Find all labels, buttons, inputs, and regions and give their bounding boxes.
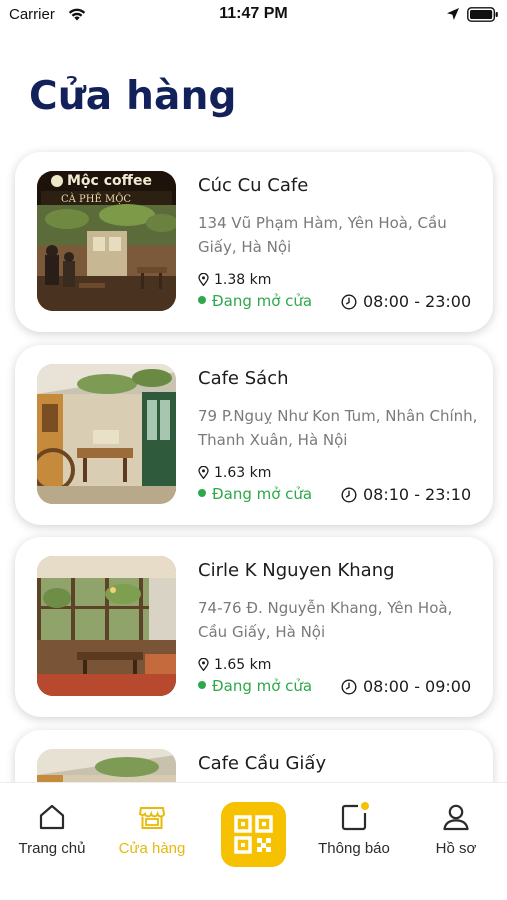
store-address: 134 Vũ Phạm Hàm, Yên Hoà, Cầu Giấy, Hà N… (198, 214, 447, 256)
tab-stores[interactable]: Cửa hàng (108, 802, 196, 857)
store-photo (37, 556, 176, 696)
store-sign-subtext: CÀ PHÊ MỘC (61, 193, 131, 205)
store-distance-value: 1.38 km (214, 272, 272, 288)
store-icon (138, 807, 166, 829)
store-hours: 08:10 - 23:10 (341, 485, 471, 504)
store-card[interactable]: Cafe Sách 79 P.Nguỵ Như Kon Tum, Nhân Ch… (15, 345, 493, 525)
tab-profile-label: Hồ sơ (435, 840, 477, 857)
location-pin-icon (198, 658, 209, 671)
user-icon (443, 804, 469, 831)
store-photo (37, 364, 176, 504)
page-title: Cửa hàng (29, 74, 237, 119)
store-hours-value: 08:00 - 09:00 (363, 677, 472, 696)
store-distance: 1.38 km (198, 272, 271, 288)
home-icon (39, 804, 65, 830)
store-open-status: Đang mở cửa (198, 292, 312, 310)
store-distance: 1.63 km (198, 465, 271, 481)
clock-icon (341, 487, 357, 503)
open-status-dot (198, 296, 206, 304)
tab-notifications-label: Thông báo (318, 840, 390, 857)
store-name: Cafe Sách (198, 368, 289, 389)
tab-home-label: Trang chủ (18, 840, 86, 857)
store-list[interactable]: Mộc coffee CÀ PHÊ MỘC Cúc Cu Cafe 134 Vũ… (0, 140, 507, 782)
store-status-label: Đang mở cửa (212, 292, 313, 310)
clock-icon (341, 294, 357, 310)
qr-code-icon (234, 815, 273, 854)
location-arrow-icon (447, 8, 459, 20)
tab-profile[interactable]: Hồ sơ (418, 802, 494, 857)
store-hours: 08:00 - 09:00 (341, 677, 471, 696)
store-card[interactable]: Cirle K Nguyen Khang 74-76 Đ. Nguyễn Kha… (15, 537, 493, 717)
store-status-label: Đang mở cửa (212, 677, 313, 695)
open-status-dot (198, 489, 206, 497)
tab-home[interactable]: Trang chủ (8, 802, 96, 857)
tab-stores-label: Cửa hàng (118, 840, 186, 857)
status-bar: Carrier 11:47 PM (0, 0, 507, 32)
store-distance-value: 1.63 km (214, 465, 272, 481)
open-status-dot (198, 681, 206, 689)
store-photo (37, 749, 176, 782)
store-card[interactable]: Mộc coffee CÀ PHÊ MỘC Cúc Cu Cafe 134 Vũ… (15, 152, 493, 332)
tab-notifications[interactable]: Thông báo (306, 802, 402, 857)
store-name: Cafe Cầu Giấy (198, 753, 327, 774)
store-address: 74-76 Đ. Nguyễn Khang, Yên Hoà, Cầu Giấy… (198, 599, 453, 641)
store-photo: Mộc coffee CÀ PHÊ MỘC (37, 171, 176, 311)
notification-badge-dot (361, 802, 369, 810)
store-distance: 1.65 km (198, 657, 271, 673)
store-status-label: Đang mở cửa (212, 485, 313, 503)
store-card[interactable]: Cafe Cầu Giấy (15, 730, 493, 782)
store-address: 79 P.Nguỵ Như Kon Tum, Nhân Chính, Thanh… (198, 407, 478, 449)
store-open-status: Đang mở cửa (198, 677, 312, 695)
store-open-status: Đang mở cửa (198, 485, 312, 503)
store-sign-text: Mộc coffee (67, 173, 152, 189)
store-hours-value: 08:00 - 23:00 (363, 292, 472, 311)
store-hours-value: 08:10 - 23:10 (363, 485, 472, 504)
location-pin-icon (198, 273, 209, 286)
store-name: Cirle K Nguyen Khang (198, 560, 395, 581)
qr-scan-button[interactable] (221, 802, 286, 867)
location-pin-icon (198, 466, 209, 479)
store-name: Cúc Cu Cafe (198, 175, 309, 196)
clock-time: 11:47 PM (219, 5, 288, 22)
clock-icon (341, 679, 357, 695)
battery-icon (467, 7, 498, 22)
store-distance-value: 1.65 km (214, 657, 272, 673)
store-hours: 08:00 - 23:00 (341, 292, 471, 311)
